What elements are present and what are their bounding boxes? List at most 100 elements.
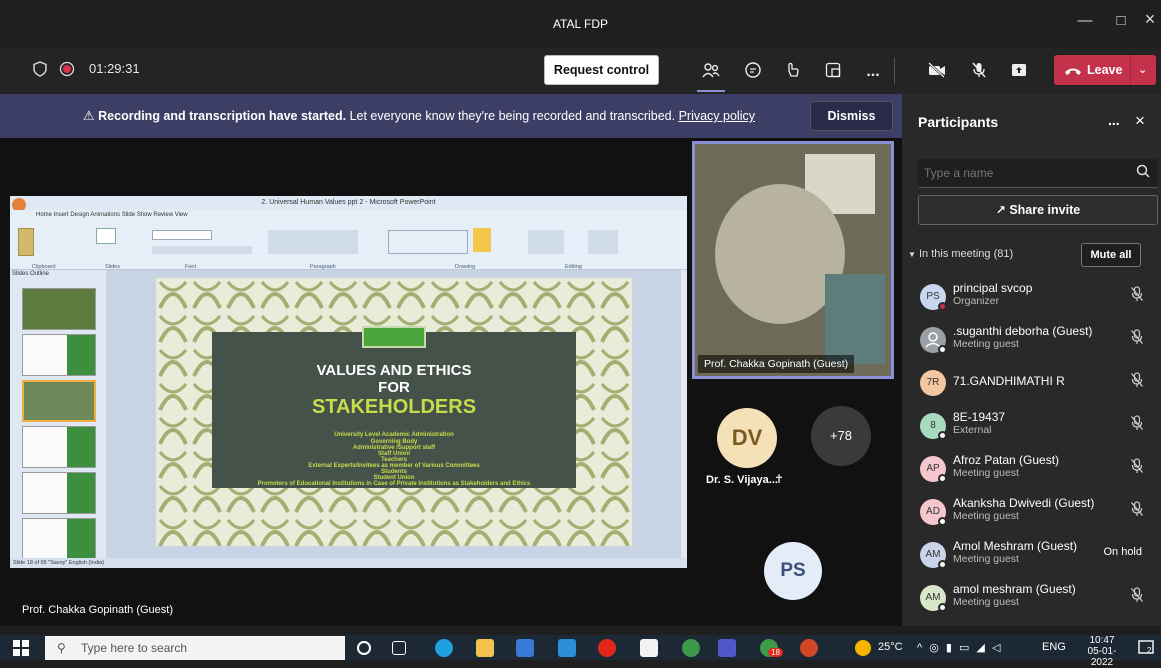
slide-thumb-selected[interactable] — [22, 380, 96, 422]
participant-name: Afroz Patan (Guest) — [953, 453, 1060, 467]
mic-off-icon[interactable] — [1130, 329, 1144, 348]
participant-role: Meeting guest — [953, 338, 1019, 350]
powerpoint-icon[interactable] — [800, 639, 818, 657]
shapes-gallery — [388, 230, 468, 254]
store-icon[interactable] — [516, 639, 534, 657]
participant-row[interactable]: 7R 71.GANDHIMATHI R — [918, 364, 1158, 404]
panel-more-button[interactable]: ... — [1108, 112, 1120, 128]
slide-thumb[interactable] — [22, 288, 96, 330]
phone-hangup-icon — [1064, 55, 1082, 96]
cortana-icon[interactable] — [357, 641, 371, 655]
participant-name: principal svcop — [953, 281, 1033, 295]
notifications-icon[interactable] — [1138, 640, 1154, 659]
ribbon-tabs: Home Insert Design Animations Slide Show… — [36, 212, 188, 218]
slide-item: University Level Academic Administration — [334, 432, 454, 438]
mic-off-icon[interactable] — [968, 61, 990, 83]
maximize-icon[interactable]: □ — [1106, 12, 1136, 29]
participant-search[interactable] — [918, 159, 1158, 188]
video-tile-main[interactable]: Prof. Chakka Gopinath (Guest) — [692, 141, 894, 379]
slide-edit-area: VALUES AND ETHICS FOR STAKEHOLDERS Unive… — [106, 270, 681, 558]
participant-name: 8E-19437 — [953, 410, 1006, 424]
leave-divider — [1130, 55, 1131, 85]
language-indicator[interactable]: ENG — [1042, 641, 1066, 653]
new-slide-icon — [96, 228, 116, 244]
chevron-down-icon: ▼ — [908, 250, 916, 259]
participant-role: Meeting guest — [953, 596, 1019, 608]
avatar-dv[interactable]: DV — [717, 408, 777, 468]
current-slide[interactable]: VALUES AND ETHICS FOR STAKEHOLDERS Unive… — [156, 278, 632, 546]
participant-row[interactable]: AD Akanksha Dwivedi (Guest) Meeting guest — [918, 493, 1158, 533]
teams-icon[interactable] — [718, 639, 736, 657]
video-frame-shadow — [825, 274, 885, 364]
participant-row[interactable]: PS principal svcop Organizer — [918, 278, 1158, 318]
participant-row[interactable]: AP Afroz Patan (Guest) Meeting guest — [918, 450, 1158, 490]
opera-icon[interactable] — [598, 639, 616, 657]
chat-icon[interactable] — [742, 61, 764, 83]
participants-icon[interactable] — [700, 61, 722, 83]
windows-start-icon[interactable] — [13, 640, 29, 659]
taskbar-search[interactable]: ⚲ Type here to search — [45, 636, 345, 660]
participant-role: External — [953, 424, 992, 436]
slide-thumb[interactable] — [22, 426, 96, 468]
clock[interactable]: 10:47 05-01-2022 — [1078, 635, 1126, 668]
slide-thumb[interactable] — [22, 334, 96, 376]
paragraph-buttons — [268, 230, 358, 254]
edge-icon[interactable] — [435, 639, 453, 657]
in-meeting-header[interactable]: ▼ In this meeting (81) — [908, 248, 1013, 260]
chrome-icon[interactable] — [682, 639, 700, 657]
participant-row[interactable]: AM Amol Meshram (Guest) Meeting guest On ho… — [918, 536, 1158, 576]
arrange-icon — [473, 228, 491, 252]
notepad-icon[interactable] — [640, 639, 658, 657]
search-icon[interactable] — [1136, 164, 1150, 181]
participant-row[interactable]: AM amol meshram (Guest) Meeting guest — [918, 579, 1158, 619]
ppt-scrollbar[interactable] — [681, 270, 687, 558]
panel-close-icon[interactable]: × — [1135, 111, 1145, 131]
font-format-buttons — [152, 246, 252, 254]
chevron-down-icon[interactable]: ⌄ — [1138, 55, 1147, 85]
camera-off-icon[interactable] — [926, 61, 948, 83]
dismiss-button[interactable]: Dismiss — [810, 101, 893, 131]
mic-off-icon[interactable] — [1130, 286, 1144, 305]
participant-row[interactable]: 8 8E-19437 External — [918, 407, 1158, 447]
leave-button[interactable]: Leave ⌄ — [1054, 55, 1156, 85]
tray-icons[interactable]: ^ ◎ ▮ ▭ ◢ ◁ — [917, 641, 1002, 654]
reactions-icon[interactable] — [782, 61, 804, 83]
privacy-policy-link[interactable]: Privacy policy — [679, 109, 755, 123]
recording-banner: ⚠ Recording and transcription have start… — [0, 94, 902, 138]
share-invite-button[interactable]: ↗ Share invite — [918, 195, 1158, 225]
warning-icon: ⚠ — [83, 108, 95, 123]
participant-name: 71.GANDHIMATHI R — [953, 374, 1065, 388]
share-screen-icon[interactable] — [1008, 61, 1030, 83]
presence-dot — [938, 560, 947, 569]
shared-screen: 2. Universal Human Values ppt 2 - Micros… — [10, 196, 687, 568]
avatar-ps[interactable]: PS — [764, 542, 822, 600]
mic-off-icon[interactable] — [1130, 372, 1144, 391]
weather-icon[interactable] — [855, 640, 871, 656]
window-title: ATAL FDP — [552, 17, 609, 31]
mute-all-button[interactable]: Mute all — [1081, 243, 1141, 267]
presenter-label: Prof. Chakka Gopinath (Guest) — [22, 604, 174, 616]
slide-thumb[interactable] — [22, 518, 96, 560]
search-icon: ⚲ — [57, 641, 66, 655]
rooms-icon[interactable] — [822, 61, 844, 83]
close-icon[interactable]: × — [1135, 9, 1161, 30]
slide-thumb[interactable] — [22, 472, 96, 514]
request-control-button[interactable]: Request control — [544, 55, 659, 85]
participant-row[interactable]: Anamika Singh (Guest) — [918, 622, 1158, 626]
mic-off-icon[interactable] — [1130, 587, 1144, 606]
meeting-timer: 01:29:31 — [89, 61, 140, 76]
task-view-icon[interactable] — [392, 641, 406, 655]
mic-off-icon[interactable] — [1130, 501, 1144, 520]
minimize-icon[interactable]: — — [1070, 12, 1100, 29]
more-actions-button[interactable]: ... — [862, 61, 884, 83]
mail-icon[interactable] — [558, 639, 576, 657]
mic-off-icon[interactable] — [1130, 458, 1144, 477]
mic-off-icon[interactable] — [1130, 415, 1144, 434]
panel-title: Participants — [918, 114, 999, 130]
shield-icon — [29, 61, 51, 83]
overflow-participants[interactable]: +78 — [811, 406, 871, 466]
participant-row[interactable]: .suganthi deborha (Guest) Meeting guest — [918, 321, 1158, 361]
banner-bold-text: Recording and transcription have started… — [98, 109, 347, 123]
participant-search-input[interactable] — [924, 163, 1124, 183]
file-explorer-icon[interactable] — [476, 639, 494, 657]
